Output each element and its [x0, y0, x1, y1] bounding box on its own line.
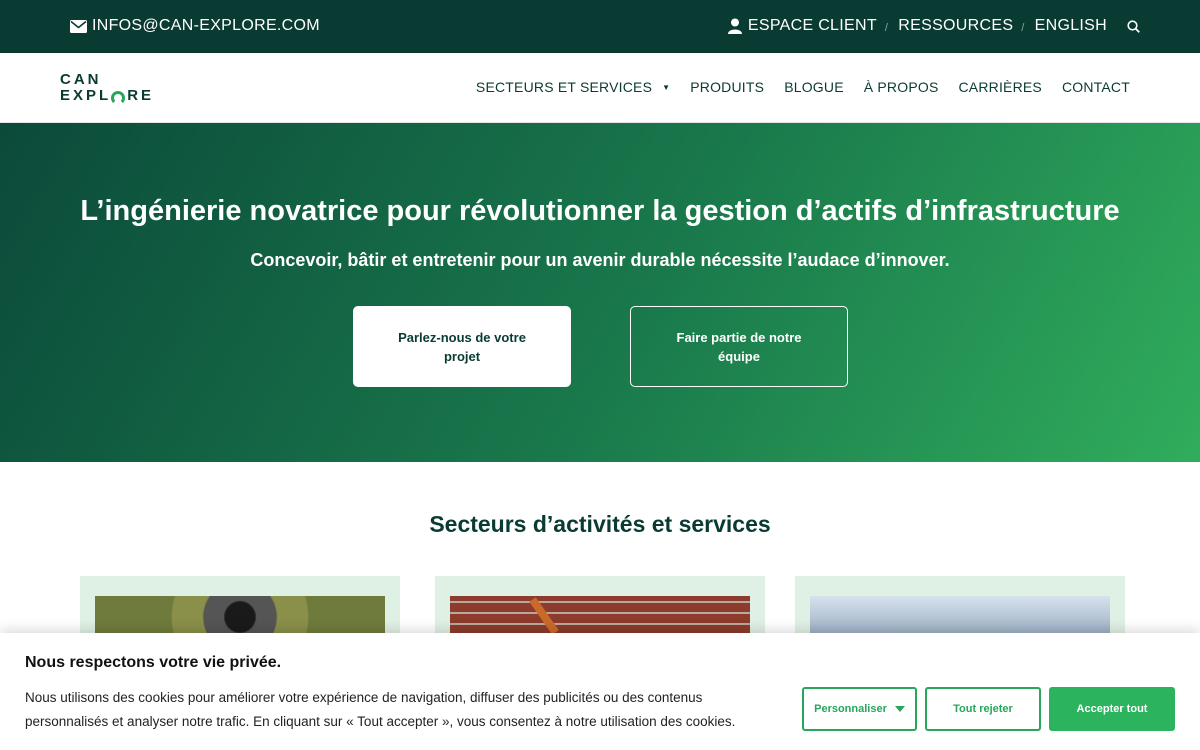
logo-o-ring-icon: [111, 91, 126, 105]
logo-line-2: EXPL RE: [60, 87, 155, 105]
user-icon: [727, 18, 742, 34]
hero-section: L’ingénierie novatrice pour révolutionne…: [0, 123, 1200, 462]
main-navbar: CAN EXPL RE SECTEURS ET SERVICES ▼ PRODUIT…: [0, 53, 1200, 123]
customize-cookies-button[interactable]: Personnaliser: [802, 687, 917, 731]
join-team-button[interactable]: Faire partie de notre équipe: [630, 306, 848, 387]
customize-label: Personnaliser: [814, 703, 887, 715]
caret-down-icon: [894, 706, 905, 712]
nav-item-products[interactable]: PRODUITS: [690, 79, 764, 95]
utility-links: ESPACE CLIENT / RESSOURCES / ENGLISH: [727, 17, 1140, 35]
accept-all-button[interactable]: Accepter tout: [1049, 687, 1175, 731]
cookie-text: Nous utilisons des cookies pour améliore…: [25, 690, 736, 729]
sectors-title: Secteurs d’activités et services: [429, 511, 771, 537]
search-icon: [1127, 19, 1140, 33]
nav-menu: SECTEURS ET SERVICES ▼ PRODUITS BLOGUE À …: [476, 79, 1130, 95]
logo-text-part: RE: [127, 87, 155, 104]
cookie-banner: Nous respectons votre vie privée. Nous u…: [0, 633, 1200, 750]
client-space-link[interactable]: ESPACE CLIENT: [727, 17, 877, 35]
hero-subtitle: Concevoir, bâtir et entretenir pour un a…: [250, 250, 950, 270]
separator: /: [884, 21, 889, 34]
nav-item-careers[interactable]: CARRIÈRES: [958, 79, 1041, 95]
logo-text-part: EXPL: [60, 87, 112, 104]
logo[interactable]: CAN EXPL RE: [60, 71, 155, 105]
search-button[interactable]: [1127, 19, 1140, 33]
nav-item-blog[interactable]: BLOGUE: [784, 79, 844, 95]
nav-item-label: SECTEURS ET SERVICES: [475, 79, 653, 95]
reject-all-button[interactable]: Tout rejeter: [925, 687, 1041, 731]
caret-down-icon: ▼: [662, 82, 671, 92]
email-text: INFOS@CAN-EXPLORE.COM: [92, 17, 320, 34]
project-contact-button[interactable]: Parlez-nous de votre projet: [353, 306, 571, 387]
english-link[interactable]: ENGLISH: [1035, 17, 1107, 35]
top-bar: INFOS@CAN-EXPLORE.COM ESPACE CLIENT / RE…: [0, 0, 1200, 53]
cookie-title: Nous respectons votre vie privée.: [25, 654, 282, 671]
separator: /: [1021, 21, 1025, 34]
hero-title: L’ingénierie novatrice pour révolutionne…: [80, 195, 1120, 227]
nav-item-about[interactable]: À PROPOS: [864, 79, 939, 95]
envelope-icon: [70, 19, 87, 33]
resources-link[interactable]: RESSOURCES: [898, 17, 1013, 35]
nav-item-sectors[interactable]: SECTEURS ET SERVICES ▼: [476, 79, 670, 95]
client-space-label: ESPACE CLIENT: [747, 17, 877, 34]
email-link[interactable]: INFOS@CAN-EXPLORE.COM: [70, 17, 320, 35]
logo-line-1: CAN: [60, 71, 102, 88]
nav-item-contact[interactable]: CONTACT: [1062, 79, 1130, 95]
